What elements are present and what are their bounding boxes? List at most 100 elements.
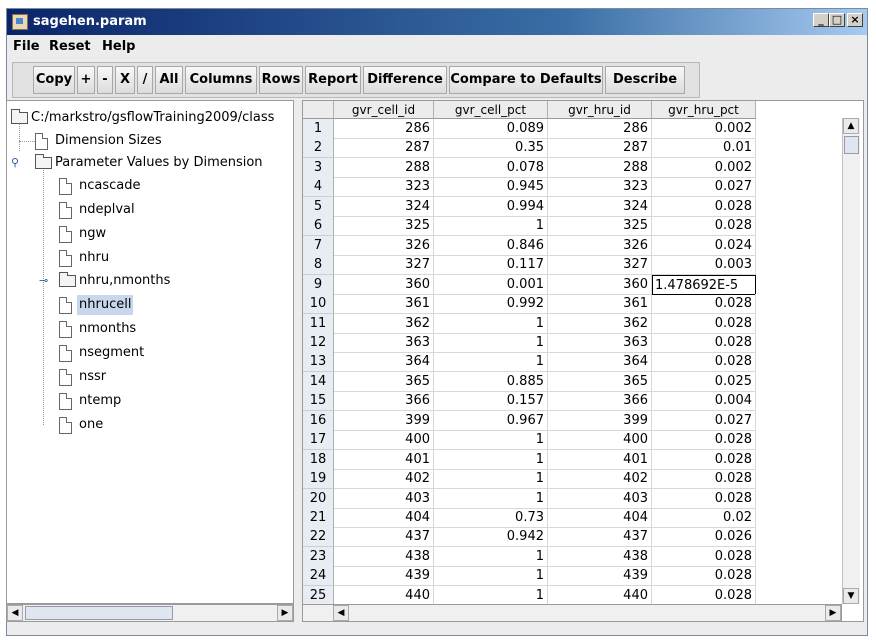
table-cell[interactable]: 1: [434, 313, 548, 334]
table-cell[interactable]: 0.157: [434, 391, 548, 412]
tree-horizontal-scrollbar[interactable]: ◀ ▶: [6, 604, 294, 622]
table-cell[interactable]: 361: [334, 294, 434, 315]
table-cell[interactable]: 0.028: [652, 216, 756, 237]
table-cell[interactable]: 1: [434, 566, 548, 587]
row-number[interactable]: 12: [303, 332, 334, 353]
table-cell[interactable]: 1: [434, 332, 548, 353]
table-cell[interactable]: 1: [434, 546, 548, 567]
table-cell[interactable]: 288: [334, 157, 434, 178]
columns-button[interactable]: Columns: [185, 66, 257, 94]
table-cell[interactable]: 0.027: [652, 410, 756, 431]
table-cell[interactable]: 404: [334, 508, 434, 528]
row-number[interactable]: 8: [303, 255, 334, 276]
row-number[interactable]: 9: [303, 274, 334, 295]
row-number[interactable]: 22: [303, 527, 334, 548]
table-cell[interactable]: 0.028: [652, 294, 756, 315]
table-cell[interactable]: 362: [548, 313, 652, 334]
divide-button[interactable]: /: [137, 66, 153, 94]
menu-help[interactable]: Help: [102, 39, 135, 54]
table-cell[interactable]: 366: [334, 391, 434, 412]
table-cell[interactable]: 0.089: [434, 119, 548, 139]
column-header[interactable]: gvr_hru_pct: [652, 101, 756, 119]
scroll-left-icon[interactable]: ◀: [333, 605, 349, 621]
table-vertical-scrollbar[interactable]: ▲ ▼: [842, 118, 860, 604]
table-cell[interactable]: 399: [334, 410, 434, 431]
table-cell[interactable]: 361: [548, 294, 652, 315]
table-cell[interactable]: 0.026: [652, 527, 756, 548]
table-cell[interactable]: 0.967: [434, 410, 548, 431]
table-cell[interactable]: 1: [434, 449, 548, 470]
table-cell[interactable]: 403: [334, 488, 434, 509]
table-cell[interactable]: 0.004: [652, 391, 756, 412]
table-cell[interactable]: 1: [434, 469, 548, 490]
table-cell[interactable]: 360: [548, 274, 652, 295]
row-number[interactable]: 18: [303, 449, 334, 470]
table-cell[interactable]: 0.73: [434, 508, 548, 528]
row-number[interactable]: 25: [303, 585, 334, 606]
table-cell[interactable]: 0.025: [652, 371, 756, 392]
table-cell[interactable]: 1: [434, 488, 548, 509]
row-number[interactable]: 13: [303, 352, 334, 373]
table-cell[interactable]: 364: [334, 352, 434, 373]
table-cell[interactable]: 1: [434, 352, 548, 373]
rows-button[interactable]: Rows: [259, 66, 303, 94]
report-button[interactable]: Report: [305, 66, 361, 94]
table-cell[interactable]: 365: [334, 371, 434, 392]
table-cell[interactable]: 327: [334, 255, 434, 276]
table-cell[interactable]: 325: [334, 216, 434, 237]
row-number[interactable]: 7: [303, 235, 334, 256]
table-cell[interactable]: 323: [334, 177, 434, 198]
table-cell[interactable]: 0.001: [434, 274, 548, 295]
column-header[interactable]: gvr_hru_id: [548, 101, 652, 119]
table-cell[interactable]: 0.117: [434, 255, 548, 276]
table-cell[interactable]: 1: [434, 430, 548, 451]
table-cell[interactable]: 326: [334, 235, 434, 256]
table-cell[interactable]: 0.994: [434, 196, 548, 217]
table-cell[interactable]: 0.002: [652, 119, 756, 139]
table-cell[interactable]: 0.024: [652, 235, 756, 256]
table-cell[interactable]: 287: [548, 138, 652, 159]
compare-to-defaults-button[interactable]: Compare to Defaults: [449, 66, 603, 94]
row-number[interactable]: 6: [303, 216, 334, 237]
menu-reset[interactable]: Reset: [49, 39, 91, 54]
column-header[interactable]: gvr_cell_id: [334, 101, 434, 119]
scroll-thumb[interactable]: [25, 606, 173, 620]
title-bar[interactable]: sagehen.param _ □ ×: [7, 9, 867, 35]
row-number[interactable]: 16: [303, 410, 334, 431]
table-cell[interactable]: 438: [334, 546, 434, 567]
table-cell[interactable]: 0.028: [652, 585, 756, 606]
table-cell[interactable]: 325: [548, 216, 652, 237]
table-cell[interactable]: 0.02: [652, 508, 756, 528]
all-button[interactable]: All: [155, 66, 183, 94]
table-cell[interactable]: 0.992: [434, 294, 548, 315]
table-cell[interactable]: 1: [434, 585, 548, 606]
row-number[interactable]: 2: [303, 138, 334, 159]
table-cell[interactable]: 0.846: [434, 235, 548, 256]
column-header[interactable]: gvr_cell_pct: [434, 101, 548, 119]
row-number[interactable]: 24: [303, 566, 334, 587]
row-number[interactable]: 4: [303, 177, 334, 198]
scroll-right-icon[interactable]: ▶: [825, 605, 841, 621]
table-cell[interactable]: 288: [548, 157, 652, 178]
expand-handle-icon[interactable]: ⊸: [39, 271, 48, 291]
table-cell[interactable]: 287: [334, 138, 434, 159]
table-cell[interactable]: 0.028: [652, 352, 756, 373]
table-cell[interactable]: 324: [548, 196, 652, 217]
row-number[interactable]: 14: [303, 371, 334, 392]
table-cell[interactable]: 0.942: [434, 527, 548, 548]
row-number[interactable]: 23: [303, 546, 334, 567]
maximize-button[interactable]: □: [829, 13, 845, 27]
row-number[interactable]: 5: [303, 196, 334, 217]
scroll-right-icon[interactable]: ▶: [277, 605, 293, 621]
table-cell[interactable]: 363: [334, 332, 434, 353]
table-cell[interactable]: 401: [548, 449, 652, 470]
table-cell[interactable]: 1: [434, 216, 548, 237]
table-cell[interactable]: 402: [334, 469, 434, 490]
table-horizontal-scrollbar[interactable]: ◀ ▶: [302, 604, 842, 622]
expand-handle-icon[interactable]: ⚲: [11, 153, 19, 173]
table-cell[interactable]: 0.35: [434, 138, 548, 159]
row-number[interactable]: 1: [303, 119, 334, 139]
table-cell[interactable]: 0.945: [434, 177, 548, 198]
row-number[interactable]: 21: [303, 508, 334, 528]
table-cell[interactable]: 403: [548, 488, 652, 509]
